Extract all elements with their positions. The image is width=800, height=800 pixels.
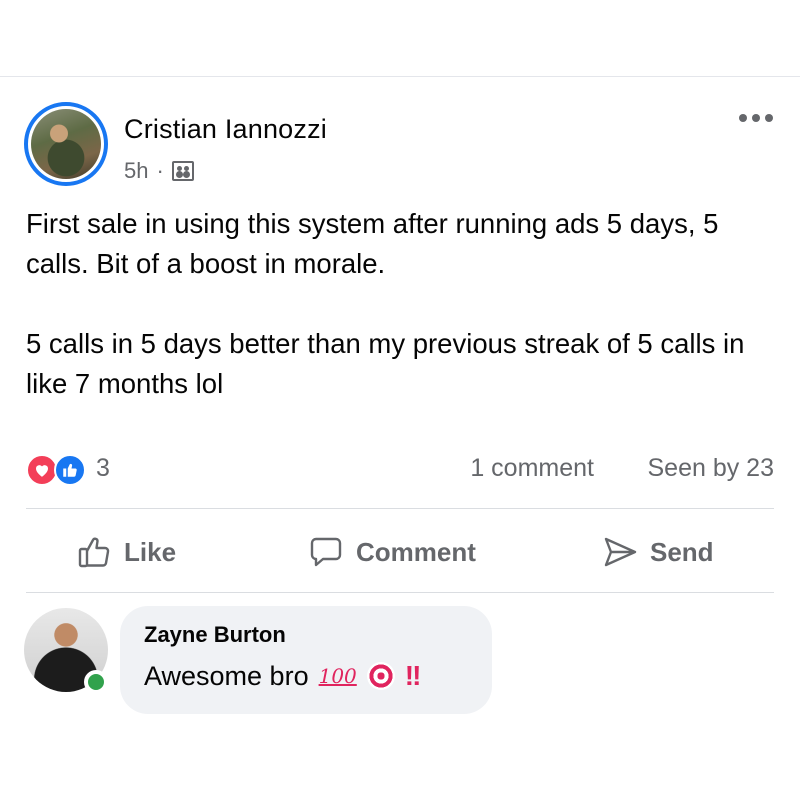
send-button[interactable]: Send (602, 530, 714, 574)
reaction-icons[interactable] (26, 454, 96, 486)
top-divider (0, 76, 800, 77)
hundred-points-emoji: 100 (318, 664, 357, 688)
like-label: Like (124, 536, 177, 567)
like-reaction-icon (54, 454, 86, 486)
send-arrow-icon (604, 537, 637, 567)
more-dot (752, 114, 760, 122)
action-bar: Like Comment Send (26, 522, 774, 582)
seen-by[interactable]: Seen by 23 (648, 454, 775, 483)
author-avatar[interactable] (24, 102, 108, 186)
speech-bubble-icon (310, 537, 342, 567)
more-options-icon[interactable] (736, 106, 776, 130)
post-meta: 5h · (124, 158, 194, 184)
post-header: Cristian Iannozzi 5h · (24, 100, 776, 190)
like-button[interactable]: Like (76, 530, 176, 574)
post-text: First sale in using this system after ru… (26, 208, 745, 399)
divider (26, 592, 774, 593)
reaction-count[interactable]: 3 (96, 454, 110, 483)
reactions-row: 3 1 comment Seen by 23 (26, 450, 774, 490)
commenter-name[interactable]: Zayne Burton (144, 622, 468, 648)
author-photo (31, 109, 101, 179)
comment-bubble[interactable]: Zayne Burton Awesome bro 100 !! (120, 606, 492, 714)
comment-label: Comment (356, 536, 476, 567)
comment-button[interactable]: Comment (308, 530, 476, 574)
divider (26, 508, 774, 509)
meta-separator: · (156, 158, 164, 183)
comment-count[interactable]: 1 comment (470, 454, 594, 483)
online-status-icon (84, 670, 108, 694)
author-name[interactable]: Cristian Iannozzi (124, 114, 327, 145)
comment-text-body: Awesome bro (144, 660, 309, 691)
comment: Zayne Burton Awesome bro 100 !! (24, 606, 776, 716)
double-exclamation-emoji: !! (404, 660, 422, 691)
more-dot (739, 114, 747, 122)
direct-hit-emoji (366, 662, 395, 690)
thumbs-up-icon (78, 537, 110, 568)
send-label: Send (650, 536, 714, 567)
more-dot (765, 114, 773, 122)
comment-text: Awesome bro 100 !! (144, 660, 468, 692)
post-time[interactable]: 5h (124, 158, 148, 184)
audience-friends-icon[interactable] (171, 161, 194, 181)
